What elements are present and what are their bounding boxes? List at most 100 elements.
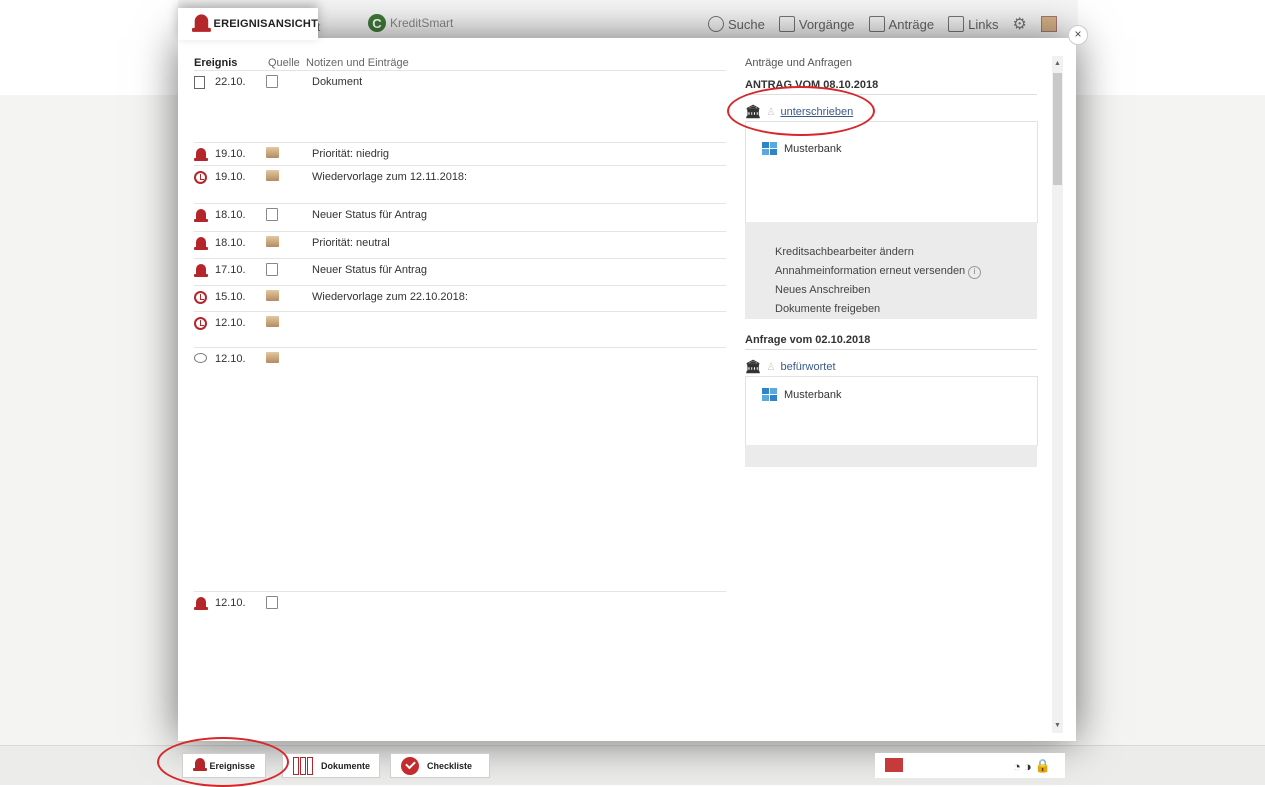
tab-ereignisse[interactable]: Ereignisse (182, 753, 266, 778)
scroll-up-arrow-icon[interactable]: ▲ (1054, 60, 1061, 67)
user-avatar[interactable] (1040, 16, 1057, 32)
action-change-officer[interactable]: Kreditsachbearbeiter ändern (775, 246, 914, 258)
brand-name: KreditSmart (390, 16, 454, 30)
nav-vorgaenge-label: Vorgänge (798, 16, 855, 32)
tab-dokumente-label: Dokumente (321, 760, 371, 771)
anfrage-status-link[interactable]: befürwortet (780, 361, 835, 373)
user-photo-icon (266, 290, 279, 301)
search-icon (708, 16, 724, 32)
event-note: Wiedervorlage zum 22.10.2018: (312, 291, 468, 303)
bell-icon (194, 264, 208, 279)
event-date: 12.10. (215, 353, 246, 365)
action-release-documents[interactable]: Dokumente freigeben (775, 303, 880, 315)
nav-links-label: Links (968, 16, 999, 32)
user-photo-icon (266, 236, 279, 247)
action-new-letter[interactable]: Neues Anschreiben (775, 284, 870, 296)
tab-checkliste[interactable]: Checkliste (390, 753, 490, 778)
bottom-right-tools: ◔ ◑ 🔒 (875, 753, 1065, 778)
antrag-bank-card[interactable]: Musterbank (745, 121, 1038, 223)
external-link-icon (948, 16, 965, 32)
table-row[interactable]: 15.10. Wiedervorlage zum 22.10.2018: (194, 285, 726, 312)
musterbank-logo-icon (762, 388, 778, 402)
modal-tab-title: EREIGNISANSICHT (213, 18, 318, 30)
person-icon: ♙ (766, 361, 776, 373)
table-row[interactable]: 19.10. Wiedervorlage zum 12.11.2018: (194, 165, 726, 204)
event-note: Priorität: neutral (312, 237, 390, 249)
event-date: 12.10. (215, 597, 246, 609)
contact-card-icon[interactable] (885, 758, 903, 772)
tab-ereignisse-label: Ereignisse (209, 760, 255, 771)
antrag-heading: ANTRAG VOM 08.10.2018 (745, 79, 1037, 95)
bell-icon (194, 237, 208, 252)
action-resend-info[interactable]: Annahmeinformation erneut versenden i (775, 265, 982, 279)
advisor-outline-icon (266, 208, 278, 221)
event-note: Dokument (312, 76, 363, 88)
event-note: Wiedervorlage zum 12.11.2018: (312, 171, 468, 183)
display-toggles: ◔ ◑ 🔒 (1013, 758, 1051, 774)
tab-dokumente[interactable]: Dokumente (282, 753, 380, 778)
nav-links[interactable]: Links (948, 16, 998, 32)
requests-title: Anträge und Anfragen (745, 57, 853, 69)
action-resend-info-label: Annahmeinformation erneut versenden (775, 265, 966, 277)
anfrage-heading: Anfrage vom 02.10.2018 (745, 334, 1037, 350)
bell-icon (193, 758, 208, 773)
anfrage-status: 🏛 ♙ befürwortet (745, 359, 836, 375)
bank-name: Musterbank (784, 389, 842, 401)
nav-antraege-label: Anträge (888, 16, 935, 32)
bell-icon (192, 13, 211, 34)
advisor-outline-icon (266, 75, 278, 88)
alarm-clock-icon (194, 291, 207, 304)
brand[interactable]: C KreditSmart (368, 14, 453, 32)
alarm-clock-icon (194, 317, 207, 330)
table-row[interactable]: 12.10. (194, 311, 726, 348)
bank-entry: Musterbank (762, 388, 841, 402)
advisor-outline-icon (266, 596, 278, 609)
events-list: Ereignis Quelle Notizen und Einträge 22.… (194, 57, 726, 610)
event-note: Neuer Status für Antrag (312, 264, 427, 276)
nav-antraege[interactable]: Anträge (868, 16, 935, 32)
bank-building-icon: 🏛 (745, 359, 762, 374)
modal-tab-ereignisansicht[interactable]: EREIGNISANSICHT (178, 8, 318, 40)
lock-icon[interactable]: 🔒 (1035, 758, 1051, 774)
event-date: 18.10. (215, 237, 246, 249)
bell-icon (194, 148, 208, 163)
contrast-light-icon[interactable]: ◔ (1013, 759, 1021, 774)
user-photo-icon (266, 147, 279, 158)
table-row[interactable]: 18.10. Priorität: neutral (194, 231, 726, 259)
bell-icon (194, 597, 208, 612)
table-row[interactable]: 12.10. (194, 591, 726, 622)
event-date: 17.10. (215, 264, 246, 276)
contrast-dark-icon[interactable]: ◑ (1024, 759, 1032, 774)
list-icon (778, 16, 795, 32)
table-row[interactable]: 18.10. Neuer Status für Antrag (194, 203, 726, 232)
top-navigation: Suche Vorgänge Anträge Links ⚙ (708, 14, 1057, 34)
musterbank-logo-icon (762, 142, 778, 156)
nav-vorgaenge[interactable]: Vorgänge (778, 16, 855, 32)
table-row[interactable]: 22.10. Dokument (194, 70, 726, 143)
binder-icon (293, 756, 313, 775)
scrollbar-thumb[interactable] (1053, 73, 1062, 185)
table-row[interactable]: 19.10. Priorität: niedrig (194, 142, 726, 166)
event-note: Neuer Status für Antrag (312, 209, 427, 221)
table-row[interactable]: 17.10. Neuer Status für Antrag (194, 258, 726, 286)
events-header: Ereignis Quelle Notizen und Einträge (194, 57, 726, 70)
nav-search-label: Suche (728, 16, 765, 32)
close-button[interactable]: × (1068, 25, 1088, 45)
event-date: 19.10. (215, 148, 246, 160)
gear-icon[interactable]: ⚙ (1012, 14, 1026, 34)
header-source: Quelle (268, 57, 300, 69)
table-row[interactable]: 12.10. (194, 347, 726, 592)
antrag-status: 🏛 ♙ unterschrieben (745, 104, 853, 120)
user-photo-icon (266, 352, 279, 363)
event-date: 18.10. (215, 209, 246, 221)
nav-search[interactable]: Suche (708, 16, 765, 32)
anfrage-bank-card[interactable]: Musterbank (745, 376, 1038, 446)
bell-icon (194, 209, 208, 224)
user-photo-icon (266, 316, 279, 327)
event-date: 12.10. (215, 317, 246, 329)
info-icon[interactable]: i (968, 266, 982, 279)
event-note: Priorität: niedrig (312, 148, 390, 160)
antrag-status-link[interactable]: unterschrieben (780, 106, 853, 118)
scroll-down-arrow-icon[interactable]: ▼ (1054, 722, 1061, 729)
event-date: 15.10. (215, 291, 246, 303)
